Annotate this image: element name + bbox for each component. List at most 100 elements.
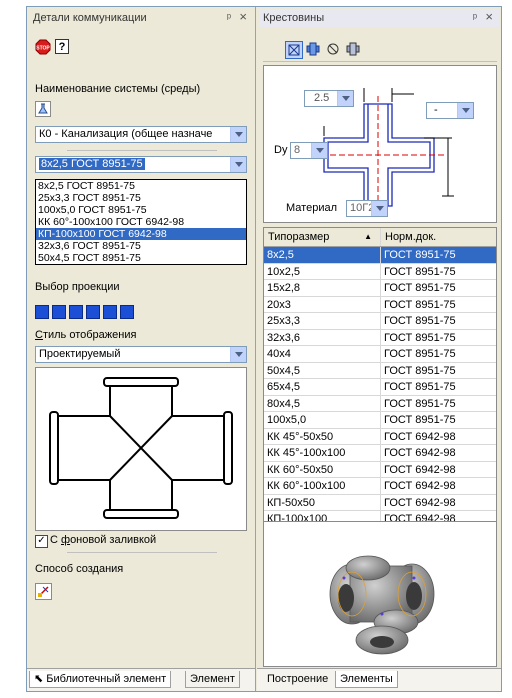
view-front-icon[interactable] — [285, 41, 303, 59]
cell-size: КК 60°-100х100 — [264, 478, 381, 494]
cell-size: 50х4,5 — [264, 362, 381, 378]
table-row[interactable]: 8х2,5 ГОСТ 8951-75 — [264, 247, 496, 264]
table-row[interactable]: КК 60°-50х50 ГОСТ 6942-98 — [264, 461, 496, 478]
chevron-down-icon[interactable] — [311, 143, 327, 158]
material-select[interactable]: 10Г2 — [346, 200, 388, 217]
system-select[interactable]: К0 - Канализация (общее назначе — [35, 126, 247, 143]
details-panel-title: Детали коммуникации — [33, 12, 147, 24]
chevron-down-icon[interactable] — [371, 201, 387, 216]
size-option[interactable]: 50х4,5 ГОСТ 8951-75 — [36, 252, 246, 264]
chevron-down-icon[interactable] — [230, 157, 246, 172]
cell-standard: ГОСТ 8951-75 — [384, 364, 456, 377]
tab-library-element[interactable]: ⬉ Библиотечный элемент — [29, 671, 172, 688]
table-row[interactable]: 40х4 ГОСТ 8951-75 — [264, 346, 496, 363]
table-row[interactable]: КК 45°-100х100 ГОСТ 6942-98 — [264, 445, 496, 462]
style-select[interactable]: Проектируемый — [35, 346, 247, 363]
size-option[interactable]: 25х3,3 ГОСТ 8951-75 — [36, 192, 246, 204]
size-option[interactable]: КК 60°-100х100 ГОСТ 6942-98 — [36, 216, 246, 228]
tab-elements[interactable]: Элементы — [335, 671, 398, 688]
system-label: Наименование системы (среды) — [35, 83, 201, 95]
view-side-icon[interactable] — [325, 41, 341, 57]
projection-button-6[interactable] — [120, 305, 134, 319]
table-row[interactable]: 80х4,5 ГОСТ 8951-75 — [264, 395, 496, 412]
cell-standard: ГОСТ 8951-75 — [384, 315, 456, 327]
details-panel: Детали коммуникации ᵖ × STOP ? Наименова… — [27, 7, 256, 691]
cell-standard: ГОСТ 6942-98 — [384, 480, 456, 492]
cell-size: 100х5,0 — [264, 412, 381, 428]
right-bottom-tabs: Построение Элементы — [257, 668, 501, 691]
view-3d-icon[interactable] — [305, 41, 321, 57]
chevron-down-icon[interactable] — [337, 91, 353, 106]
size-option-selected[interactable]: КП-100х100 ГОСТ 6942-98 — [36, 228, 246, 240]
cell-standard: ГОСТ 8951-75 — [384, 331, 456, 344]
stop-icon[interactable]: STOP — [35, 39, 51, 55]
size-select[interactable]: 8х2,5 ГОСТ 8951-75 — [35, 156, 247, 173]
column-header-size[interactable]: Типоразмер ▲ — [264, 228, 381, 246]
table-row[interactable]: 20х3 ГОСТ 8951-75 — [264, 296, 496, 313]
table-row[interactable]: 65х4,5 ГОСТ 8951-75 — [264, 379, 496, 396]
cell-size: 32х3,6 — [264, 329, 381, 345]
chevron-down-icon[interactable] — [230, 127, 246, 142]
table-body: 8х2,5 ГОСТ 8951-75 10х2,5 ГОСТ 8951-75 15х2,… — [264, 247, 496, 528]
table-row[interactable]: 50х4,5 ГОСТ 8951-75 — [264, 362, 496, 379]
wall-thickness-select[interactable]: 2.5 — [304, 90, 354, 107]
table-row[interactable]: 25х3,3 ГОСТ 8951-75 — [264, 313, 496, 330]
close-icon[interactable]: × — [239, 8, 247, 26]
cell-standard: ГОСТ 6942-98 — [384, 430, 456, 443]
fill-checkbox-label[interactable]: С фоновой заливкой — [50, 534, 156, 546]
size-dropdown-list[interactable]: 8х2,5 ГОСТ 8951-75 25х3,3 ГОСТ 8951-75 1… — [35, 179, 247, 265]
cell-standard: ГОСТ 8951-75 — [384, 265, 456, 278]
tab-construction[interactable]: Построение — [263, 671, 332, 687]
projection-button-5[interactable] — [103, 305, 117, 319]
flask-icon[interactable] — [35, 101, 51, 117]
chevron-down-icon[interactable] — [230, 347, 246, 362]
tab-element[interactable]: Элемент — [185, 671, 240, 688]
size-option[interactable]: 8х2,5 ГОСТ 8951-75 — [36, 180, 246, 192]
table-row[interactable]: 100х5,0 ГОСТ 8951-75 — [264, 412, 496, 429]
table-row[interactable]: 32х3,6 ГОСТ 8951-75 — [264, 329, 496, 346]
projection-button-1[interactable] — [35, 305, 49, 319]
dy-select[interactable]: 8 — [290, 142, 328, 159]
cell-size: 8х2,5 — [264, 247, 381, 263]
fill-checkbox[interactable]: ✓ — [35, 535, 48, 548]
library-tab-icon: ⬉ — [34, 673, 44, 685]
length-select[interactable]: - — [426, 102, 474, 119]
crosses-panel-titlebar: Крестовины ᵖ × — [259, 9, 499, 27]
cell-size: КК 45°-100х100 — [264, 445, 381, 461]
cell-size: КП-50х50 — [264, 494, 381, 510]
view-iso-icon[interactable] — [345, 41, 361, 57]
cell-standard: ГОСТ 8951-75 — [384, 298, 456, 311]
cross-parameters-view: 2.5 - Dy 8 Материал 10Г2 — [263, 65, 497, 223]
divider — [67, 150, 217, 151]
size-option[interactable]: 32х3,6 ГОСТ 8951-75 — [36, 240, 246, 252]
cell-standard: ГОСТ 6942-98 — [384, 447, 456, 459]
table-row[interactable]: КК 60°-100х100 ГОСТ 6942-98 — [264, 478, 496, 495]
pin-icon[interactable]: ᵖ — [473, 9, 477, 27]
create-mode-icon[interactable] — [35, 583, 52, 600]
cell-size: 65х4,5 — [264, 379, 381, 395]
table-row[interactable]: 10х2,5 ГОСТ 8951-75 — [264, 263, 496, 280]
chevron-down-icon[interactable] — [457, 103, 473, 118]
cell-standard: ГОСТ 8951-75 — [384, 348, 456, 360]
projection-button-2[interactable] — [52, 305, 66, 319]
cross-3d-preview — [263, 521, 497, 667]
left-bottom-tabs: ⬉ Библиотечный элемент Элемент — [27, 668, 255, 691]
pin-icon[interactable]: ᵖ — [227, 9, 231, 27]
cell-standard: ГОСТ 8951-75 — [384, 414, 456, 426]
column-header-standard[interactable]: Норм.док. — [381, 228, 496, 246]
cell-size: 10х2,5 — [264, 263, 381, 279]
cell-size: 25х3,3 — [264, 313, 381, 329]
table-row[interactable]: КК 45°-50х50 ГОСТ 6942-98 — [264, 428, 496, 445]
table-row[interactable]: КП-50х50 ГОСТ 6942-98 — [264, 494, 496, 511]
style-label: Стиль отображения — [35, 329, 137, 341]
projection-button-4[interactable] — [86, 305, 100, 319]
style-select-value: Проектируемый — [39, 348, 121, 360]
projection-button-3[interactable] — [69, 305, 83, 319]
material-label: Материал — [286, 202, 337, 214]
table-row[interactable]: 15х2,8 ГОСТ 8951-75 — [264, 280, 496, 297]
size-option[interactable]: 100х5,0 ГОСТ 8951-75 — [36, 204, 246, 216]
help-icon[interactable]: ? — [55, 39, 69, 54]
cell-size: 40х4 — [264, 346, 381, 362]
sizes-table: Типоразмер ▲ Норм.док. 8х2,5 ГОСТ 8951-75… — [263, 227, 497, 529]
close-icon[interactable]: × — [485, 8, 493, 26]
